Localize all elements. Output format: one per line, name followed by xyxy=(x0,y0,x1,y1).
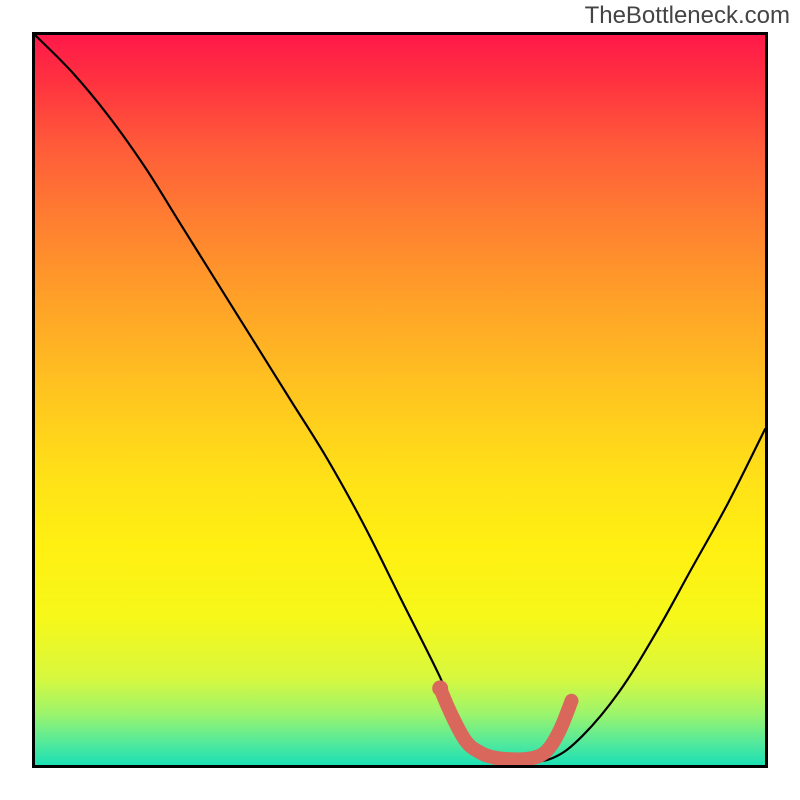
optimal-band-curve xyxy=(440,688,571,759)
primary-curve xyxy=(35,35,765,761)
watermark-text: TheBottleneck.com xyxy=(585,2,790,30)
optimal-band-start-dot xyxy=(432,680,448,696)
plot-area xyxy=(32,32,768,768)
bottleneck-chart: TheBottleneck.com xyxy=(0,0,800,800)
chart-overlay xyxy=(35,35,765,765)
